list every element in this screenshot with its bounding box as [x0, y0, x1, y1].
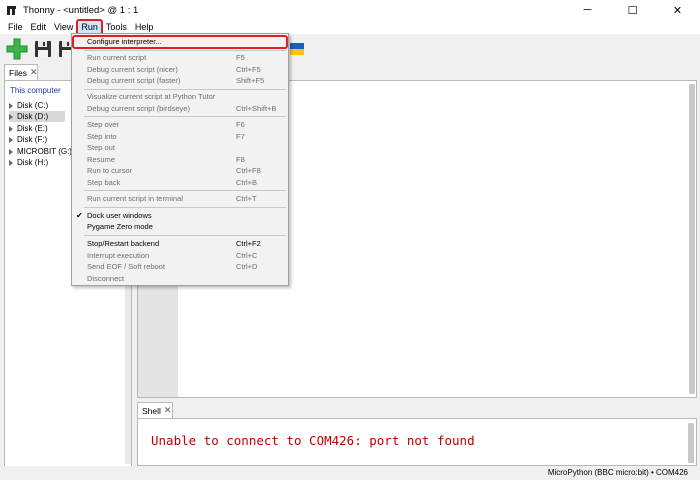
expand-arrow-icon[interactable]: [9, 159, 13, 166]
shell-error-message: Unable to connect to COM426: port not fo…: [151, 433, 475, 448]
menu-run[interactable]: Run: [76, 19, 103, 35]
shell-scrollbar-thumb[interactable]: [688, 423, 694, 463]
menu-separator: [84, 50, 286, 51]
tree-item-label: Disk (E:): [17, 124, 48, 133]
editor-scrollbar[interactable]: [689, 84, 695, 394]
menu-item-debug-faster[interactable]: Debug current script (faster) Shift+F5: [73, 75, 287, 87]
tree-item-label: Disk (C:): [17, 101, 49, 110]
menu-item-pygame-zero-mode[interactable]: Pygame Zero mode: [73, 221, 287, 233]
menu-item-stop-restart-backend[interactable]: Stop/Restart backend Ctrl+F2: [73, 238, 287, 250]
tree-item-disk-d[interactable]: Disk (D:): [9, 111, 65, 122]
menu-edit[interactable]: Edit: [27, 20, 51, 34]
tree-item-label: Disk (F:): [17, 135, 48, 144]
expand-arrow-icon[interactable]: [9, 148, 13, 155]
expand-arrow-icon[interactable]: [9, 125, 13, 132]
open-file-button[interactable]: [31, 37, 55, 61]
menu-item-run-current-script[interactable]: Run current script F5: [73, 52, 287, 64]
tree-item-label: Disk (D:): [17, 112, 49, 121]
menu-item-run-to-cursor[interactable]: Run to cursor Ctrl+F8: [73, 165, 287, 177]
menu-item-step-out[interactable]: Step out: [73, 142, 287, 154]
tab-files-label: Files: [9, 67, 27, 78]
menu-item-send-eof[interactable]: Send EOF / Soft reboot Ctrl+D: [73, 261, 287, 273]
files-header: This computer: [10, 86, 61, 95]
ukraine-flag-icon: [290, 43, 304, 55]
tree-item-disk-h[interactable]: Disk (H:): [9, 157, 48, 168]
minimize-button[interactable]: ─: [565, 0, 610, 20]
menu-file[interactable]: File: [4, 20, 27, 34]
tree-item-disk-f[interactable]: Disk (F:): [9, 134, 47, 145]
menu-item-run-in-terminal[interactable]: Run current script in terminal Ctrl+T: [73, 193, 287, 205]
title-bar: Thonny - <untitled> @ 1 : 1 ─ ☐ ✕: [0, 0, 700, 20]
menu-bar: File Edit View Run Tools Help: [0, 19, 700, 35]
interpreter-status[interactable]: MicroPython (BBC micro:bit) • COM426: [548, 468, 688, 477]
menu-separator: [84, 206, 286, 208]
checkmark-icon: ✔: [76, 210, 83, 220]
menu-help[interactable]: Help: [131, 20, 158, 34]
close-icon[interactable]: ✕: [30, 67, 38, 78]
menu-separator: [84, 88, 286, 90]
expand-arrow-icon[interactable]: [9, 136, 13, 143]
tree-item-label: Disk (H:): [17, 158, 49, 167]
menu-separator: [84, 190, 286, 191]
menu-item-configure-interpreter[interactable]: Configure interpreter...: [72, 35, 288, 49]
menu-item-dock-user-windows[interactable]: ✔ Dock user windows: [73, 210, 287, 222]
tree-item-microbit[interactable]: MICROBIT (G:): [9, 146, 72, 157]
menu-item-step-over[interactable]: Step over F6: [73, 119, 287, 131]
menu-item-debug-birdseye[interactable]: Debug current script (birdseye) Ctrl+Shif…: [73, 103, 287, 115]
menu-item-debug-nicer[interactable]: Debug current script (nicer) Ctrl+F5: [73, 64, 287, 76]
maximize-button[interactable]: ☐: [610, 0, 655, 20]
close-button[interactable]: ✕: [655, 0, 700, 20]
menu-view[interactable]: View: [50, 20, 77, 34]
window-title: Thonny - <untitled> @ 1 : 1: [23, 4, 139, 16]
tree-item-disk-e[interactable]: Disk (E:): [9, 123, 48, 134]
run-menu-dropdown: Configure interpreter... Run current scr…: [71, 33, 289, 286]
floppy-icon: [35, 41, 51, 57]
menu-separator: [84, 235, 286, 236]
menu-separator: [84, 116, 286, 117]
tree-item-label: MICROBIT (G:): [17, 147, 72, 156]
new-file-button[interactable]: [5, 37, 29, 61]
expand-arrow-icon[interactable]: [9, 113, 13, 120]
menu-item-step-back[interactable]: Step back Ctrl+B: [73, 177, 287, 189]
window-controls: ─ ☐ ✕: [565, 0, 700, 20]
thonny-logo-icon: [5, 4, 17, 16]
menu-tools[interactable]: Tools: [102, 20, 131, 34]
tab-files[interactable]: Files ✕: [4, 64, 38, 80]
status-bar: MicroPython (BBC micro:bit) • COM426: [0, 466, 700, 480]
tab-shell[interactable]: Shell ✕: [137, 402, 173, 418]
plus-icon: [6, 38, 28, 60]
tree-item-disk-c[interactable]: Disk (C:): [9, 100, 48, 111]
editor-scrollbar-thumb[interactable]: [689, 84, 695, 394]
shell-scrollbar[interactable]: [688, 423, 694, 463]
menu-item-interrupt-execution[interactable]: Interrupt execution Ctrl+C: [73, 250, 287, 262]
close-icon[interactable]: ✕: [164, 405, 172, 416]
menu-item-step-into[interactable]: Step into F7: [73, 131, 287, 143]
menu-item-disconnect[interactable]: Disconnect: [73, 273, 287, 285]
menu-item-resume[interactable]: Resume F8: [73, 154, 287, 166]
tab-shell-label: Shell: [142, 405, 161, 416]
expand-arrow-icon[interactable]: [9, 102, 13, 109]
shell-panel[interactable]: Unable to connect to COM426: port not fo…: [137, 418, 697, 466]
menu-item-python-tutor[interactable]: Visualize current script at Python Tutor: [73, 91, 287, 103]
